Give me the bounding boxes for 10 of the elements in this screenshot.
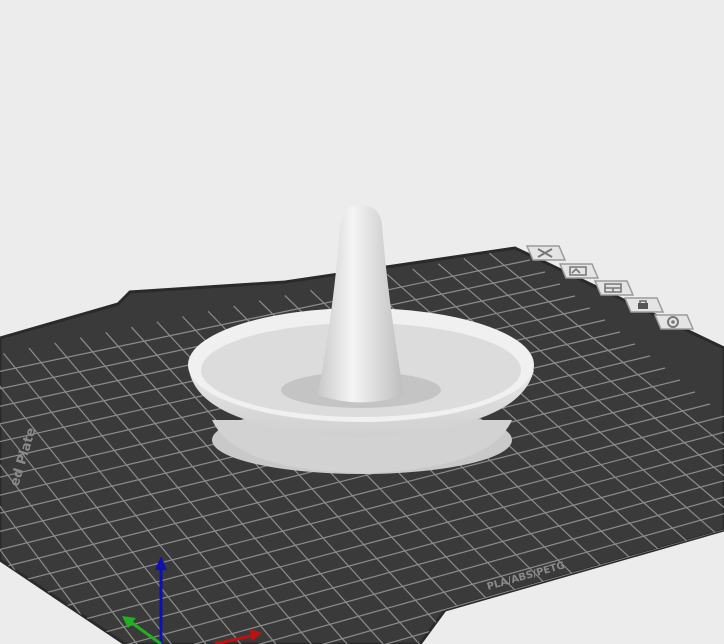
layout-button[interactable] <box>594 280 634 296</box>
close-button[interactable] <box>526 245 566 261</box>
lock-button[interactable] <box>624 297 664 313</box>
picture-button[interactable] <box>558 263 600 279</box>
settings-icon <box>667 316 679 328</box>
lock-icon <box>638 300 648 309</box>
settings-button[interactable] <box>654 314 694 330</box>
picture-icon <box>569 266 587 276</box>
layout-icon <box>604 283 622 293</box>
close-icon <box>537 248 553 258</box>
